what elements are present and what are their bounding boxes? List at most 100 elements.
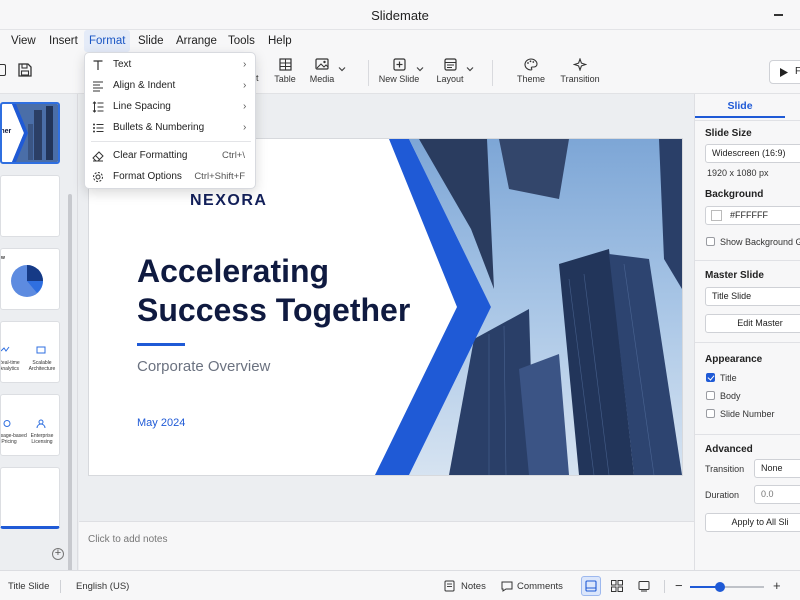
save-icon[interactable] (18, 63, 32, 77)
apply-to-all-button[interactable]: Apply to All Sli (705, 513, 800, 532)
chevron-right-icon: › (243, 80, 247, 91)
menu-item-label: Line Spacing (113, 101, 171, 112)
format-menu-text[interactable]: Text › (85, 55, 257, 76)
tab-slide[interactable]: Slide (695, 94, 785, 118)
menu-item-label: Format Options (113, 171, 182, 182)
thumbnail-text: Usage-based Pricing (0, 433, 27, 445)
gear-icon (3, 420, 11, 427)
status-bar: Title Slide English (US) Notes Comments … (0, 570, 800, 600)
slide-thumbnail-5[interactable]: Usage-based Pricing Enterprise Licensing (0, 394, 60, 456)
toolbar-divider (492, 60, 493, 86)
slide-title[interactable]: Accelerating Success Together (137, 252, 467, 330)
advanced-heading: Advanced (705, 444, 753, 455)
chevron-down-icon[interactable] (466, 65, 474, 73)
toolbar-divider (368, 60, 369, 86)
new-slide-button[interactable]: New Slide (376, 56, 422, 90)
grid-view-button[interactable] (607, 576, 627, 596)
edit-master-button[interactable]: Edit Master (705, 314, 800, 333)
chevron-down-icon[interactable] (416, 65, 424, 73)
menu-separator (91, 141, 251, 142)
bullets-icon (93, 123, 104, 133)
menu-item-shortcut: Ctrl+\ (222, 150, 245, 161)
gear-icon (93, 172, 103, 182)
comments-label: Comments (517, 581, 563, 592)
add-slide-icon[interactable]: + (52, 548, 64, 560)
menu-view[interactable]: View (6, 30, 41, 52)
panel-divider (695, 120, 800, 121)
format-menu-format-options[interactable]: Format Options Ctrl+Shift+F (85, 167, 257, 188)
slide-thumbnail-3[interactable]: w (0, 248, 60, 310)
menu-item-label: Align & Indent (113, 80, 176, 91)
present-button[interactable]: F (769, 60, 800, 84)
menu-item-label: Clear Formatting (113, 150, 188, 161)
slide-thumbnail-2[interactable] (0, 175, 60, 237)
menu-slide[interactable]: Slide (133, 30, 169, 52)
menu-tools[interactable]: Tools (223, 30, 260, 52)
chevron-right-icon: › (243, 59, 247, 70)
transition-label: Transition (560, 74, 600, 84)
layout-button[interactable]: Layout (427, 56, 473, 90)
slide-size-heading: Slide Size (705, 128, 752, 139)
body-checkbox[interactable] (706, 391, 715, 400)
line-spacing-icon (92, 101, 104, 113)
format-menu-align-indent[interactable]: Align & Indent › (85, 76, 257, 97)
format-menu-line-spacing[interactable]: Line Spacing › (85, 97, 257, 118)
normal-view-button[interactable] (581, 576, 601, 596)
layout-icon (443, 58, 457, 71)
layout-name: Title Slide (8, 581, 50, 592)
master-slide-select[interactable]: Title Slide (705, 287, 800, 306)
chevron-down-icon[interactable] (338, 65, 346, 73)
show-bg-graphics-checkbox[interactable] (706, 237, 715, 246)
zoom-slider[interactable] (690, 582, 764, 592)
duration-input[interactable]: 0.0 (754, 485, 800, 504)
minimize-icon[interactable] (772, 6, 786, 20)
transition-button[interactable]: Transition (557, 56, 603, 90)
slide-size-select[interactable]: Widescreen (16:9) (705, 144, 800, 163)
menu-item-shortcut: Ctrl+Shift+F (194, 171, 245, 182)
open-icon[interactable] (0, 64, 6, 76)
title-checkbox[interactable] (706, 373, 715, 382)
theme-button[interactable]: Theme (508, 56, 554, 90)
menu-format[interactable]: Format (84, 30, 131, 52)
menu-item-label: Bullets & Numbering (113, 122, 205, 133)
slide-thumbnail-6[interactable] (0, 467, 60, 529)
chevron-right-icon: › (243, 122, 247, 133)
slide-number-checkbox[interactable] (706, 409, 715, 418)
show-bg-graphics-label: Show Background Gra (720, 237, 800, 247)
properties-panel: Slide Slide Size Widescreen (16:9) 1920 … (694, 94, 800, 570)
eraser-icon (92, 151, 104, 162)
new-slide-label: New Slide (378, 74, 420, 84)
menu-insert[interactable]: Insert (44, 30, 83, 52)
slide-number-checkbox-label: Slide Number (720, 409, 775, 419)
menu-help[interactable]: Help (263, 30, 297, 52)
reading-view-button[interactable] (634, 576, 654, 596)
background-color-field[interactable]: #FFFFFF (705, 206, 800, 225)
thumbnail-scrollbar[interactable] (68, 194, 72, 600)
zoom-in-icon[interactable]: + (773, 578, 781, 593)
slide-subtitle[interactable]: Corporate Overview (137, 358, 270, 375)
media-button[interactable]: Media (299, 56, 345, 90)
notes-icon (444, 580, 455, 592)
appearance-heading: Appearance (705, 354, 763, 365)
slide-thumbnail-1[interactable]: ther (0, 102, 60, 164)
zoom-handle[interactable] (714, 582, 725, 592)
grid-icon (611, 580, 623, 592)
notes-pane[interactable]: Click to add notes (79, 521, 694, 570)
format-menu-clear-formatting[interactable]: Clear Formatting Ctrl+\ (85, 146, 257, 167)
slide-thumbnail-4[interactable]: Real-time Analytics Scalable Architectur… (0, 321, 60, 383)
title-checkbox-label: Title (720, 373, 737, 383)
zoom-out-icon[interactable]: − (675, 578, 683, 593)
menu-item-label: Text (113, 59, 132, 70)
media-icon (315, 58, 329, 70)
status-divider (664, 580, 665, 593)
panel-divider (695, 260, 800, 261)
comments-toggle[interactable]: Comments (501, 579, 571, 595)
slide-canvas[interactable]: NEXORA Accelerating Success Together Cor… (89, 139, 682, 475)
slide-date[interactable]: May 2024 (137, 417, 185, 429)
transition-select[interactable]: None (754, 459, 800, 478)
chevron-right-icon: › (243, 101, 247, 112)
language-indicator[interactable]: English (US) (76, 581, 129, 592)
format-menu-bullets-numbering[interactable]: Bullets & Numbering › (85, 118, 257, 139)
transition-icon (573, 58, 587, 71)
menu-arrange[interactable]: Arrange (171, 30, 222, 52)
